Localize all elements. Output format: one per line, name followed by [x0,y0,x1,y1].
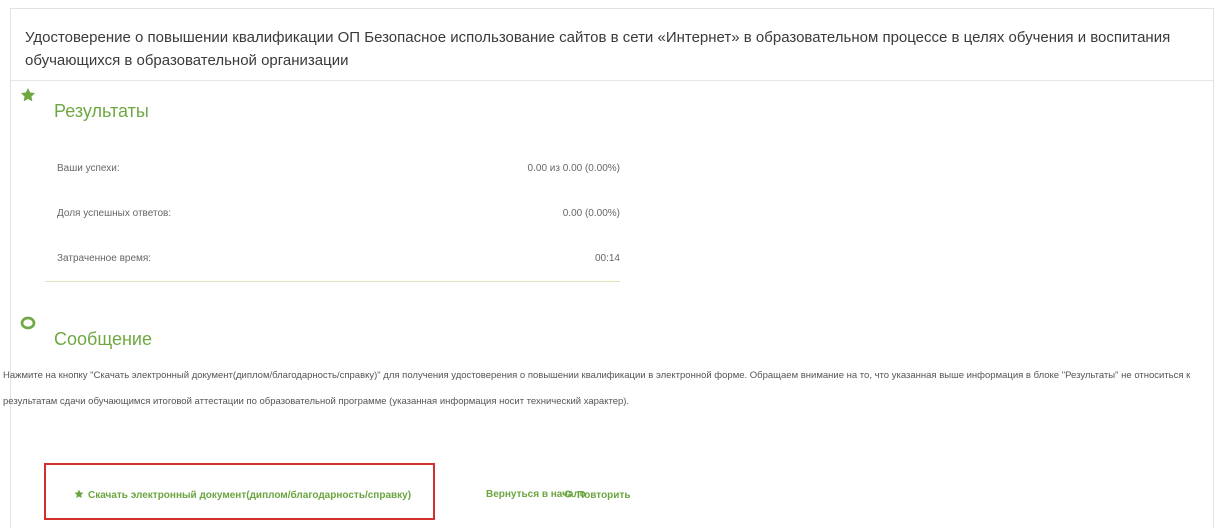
ring-icon [20,316,36,330]
download-document-button[interactable]: Скачать электронный документ(диплом/благ… [74,489,411,501]
download-label: Скачать электронный документ(диплом/благ… [88,490,412,501]
result-label: Затраченное время: [57,253,152,264]
result-value: 00:14 [594,253,620,264]
repeat-button[interactable]: Повторить [563,489,631,501]
message-title: Сообщение [54,329,152,349]
result-row-time-spent: Затраченное время: 00:14 [45,249,620,282]
message-text: Нажмите на кнопку "Скачать электронный д… [3,370,1191,407]
result-value: 0.00 (0.00%) [562,208,620,219]
star-icon [21,88,35,102]
page-title: Удостоверение о повышении квалификации О… [25,29,1171,69]
refresh-icon [564,490,572,498]
repeat-label: Повторить [577,490,631,501]
star-icon [74,489,84,498]
result-value: 0.00 из 0.00 (0.00%) [527,163,620,174]
result-row-progress: Ваши успехи: 0.00 из 0.00 (0.00%) [45,159,620,181]
result-label: Доля успешных ответов: [57,208,172,219]
action-bar: Скачать электронный документ(диплом/благ… [44,463,644,521]
results-title: Результаты [54,101,149,121]
panel-header: Удостоверение о повышении квалификации О… [11,9,1213,81]
result-row-success-rate: Доля успешных ответов: 0.00 (0.00%) [45,204,620,226]
result-label: Ваши успехи: [57,163,120,174]
